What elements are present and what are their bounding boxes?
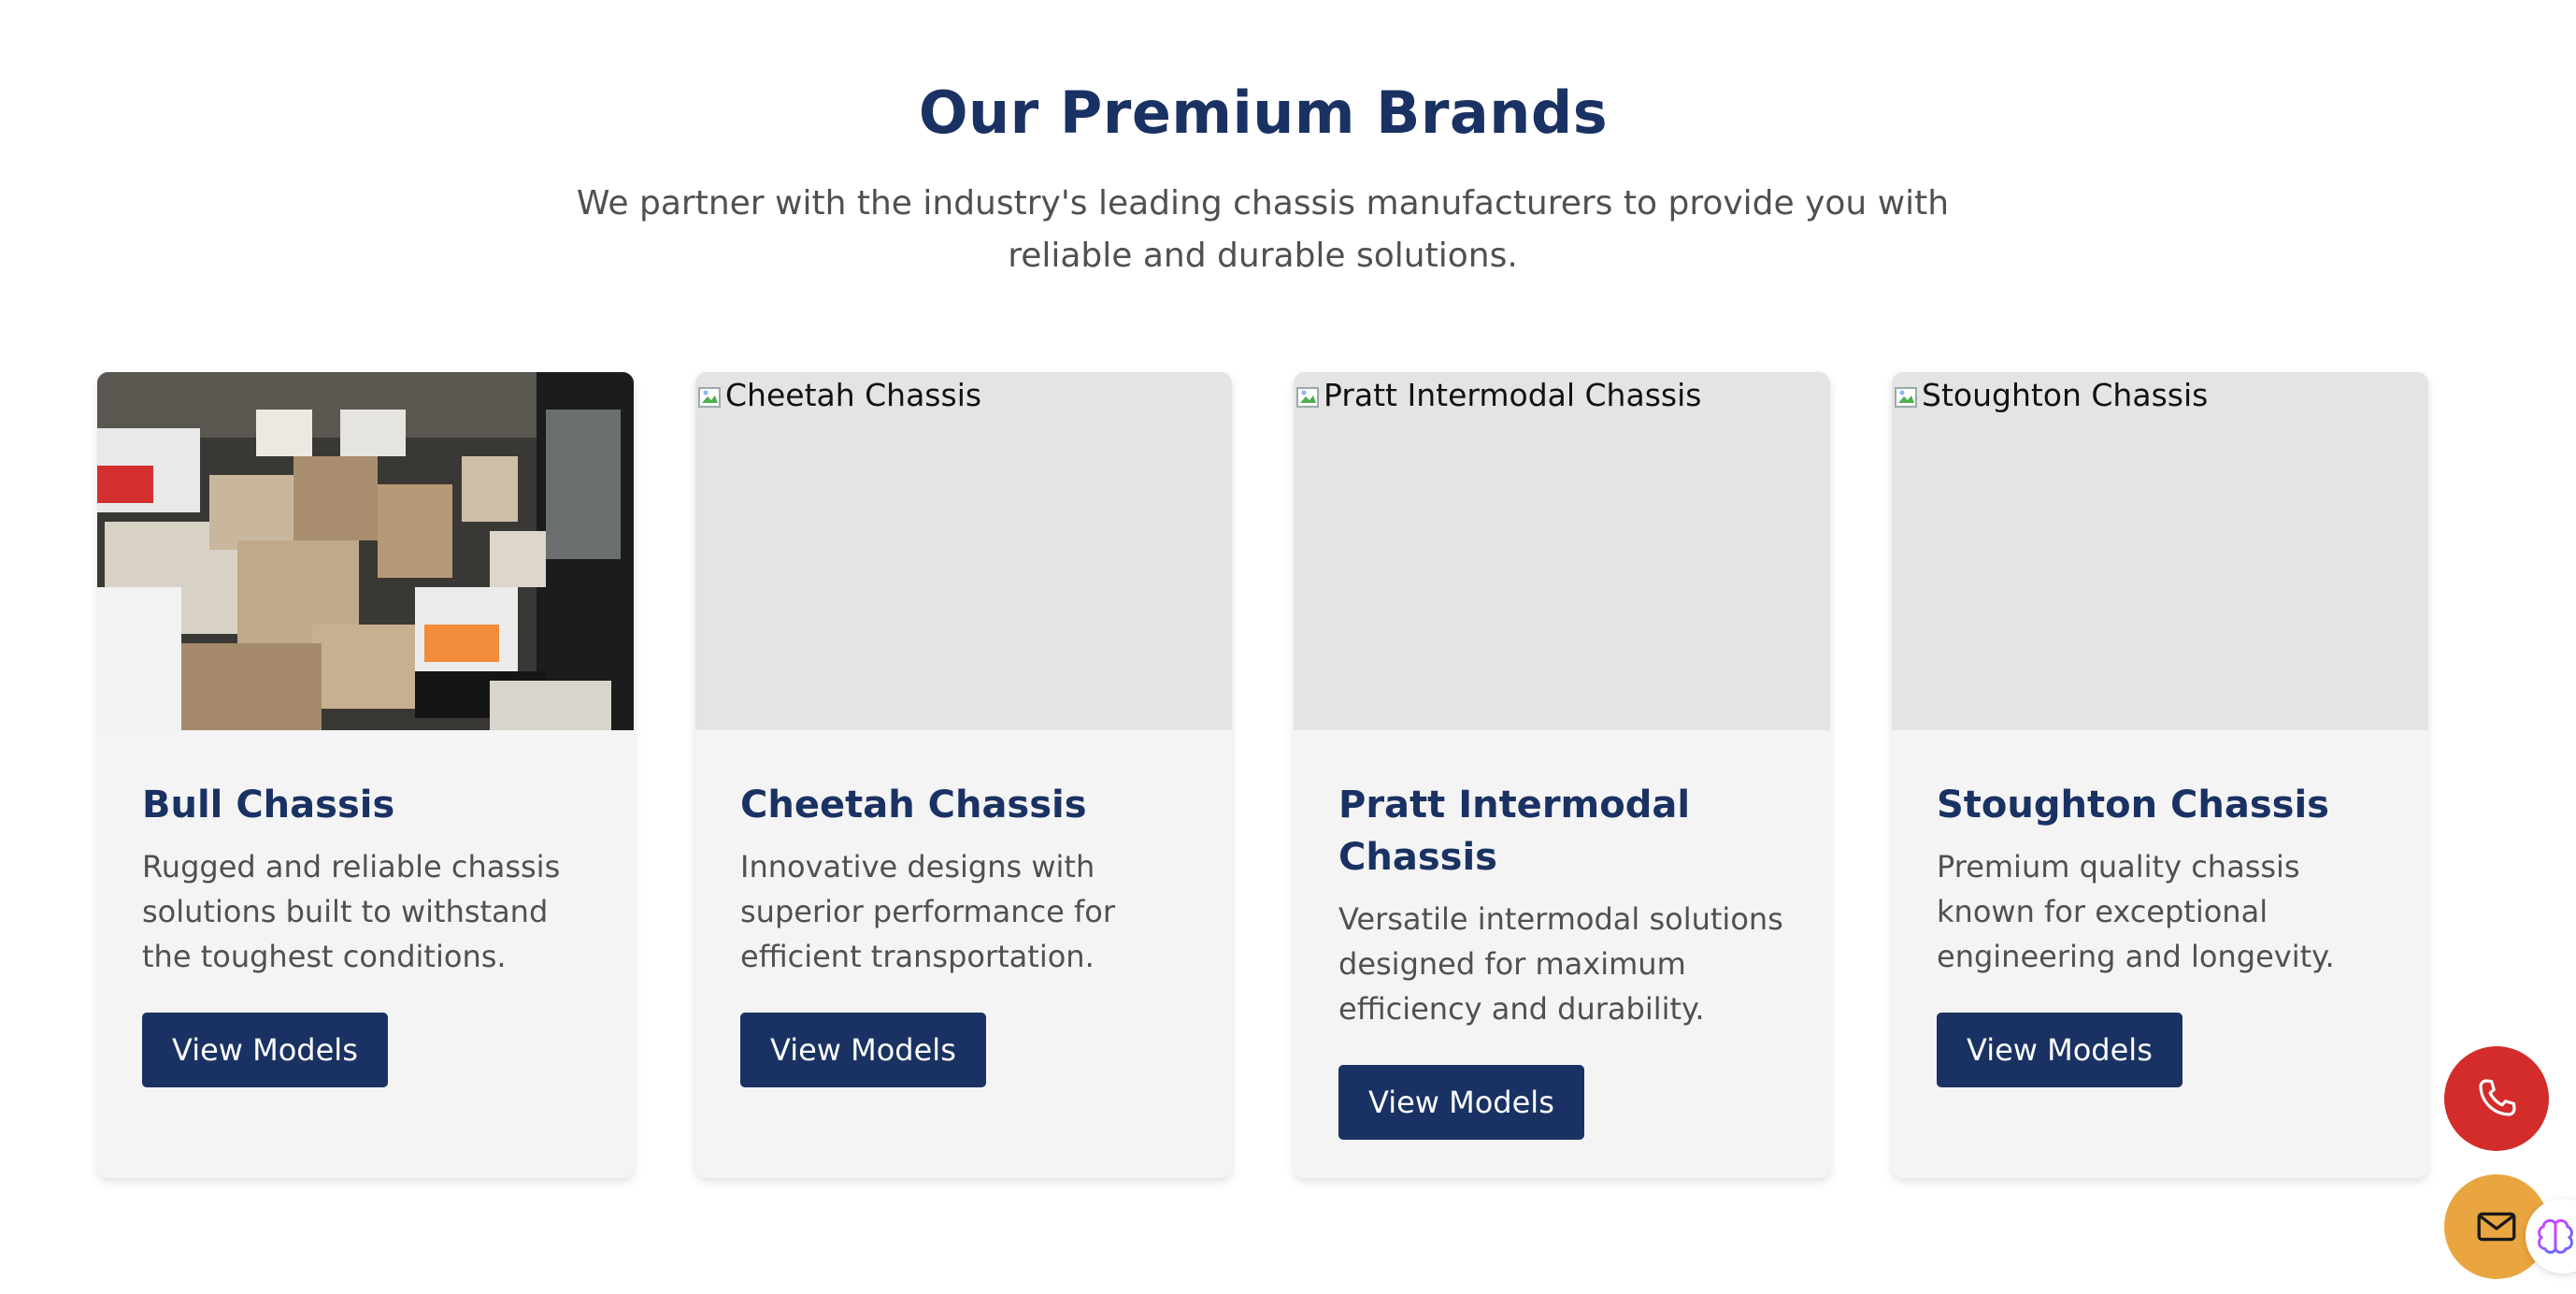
broken-image: Pratt Intermodal Chassis	[1294, 372, 1701, 417]
call-button[interactable]	[2444, 1046, 2549, 1151]
brand-card-bull: Bull Chassis Rugged and reliable chassis…	[97, 372, 634, 1178]
phone-icon	[2479, 1079, 2516, 1116]
brain-icon	[2538, 1219, 2573, 1254]
brand-description: Rugged and reliable chassis solutions bu…	[142, 849, 561, 974]
brand-image-bull	[97, 372, 634, 730]
section-intro: We partner with the industry's leading c…	[576, 184, 1950, 275]
brand-title: Bull Chassis	[142, 784, 395, 827]
brand-card-pratt: Pratt Intermodal Chassis Pratt Intermoda…	[1294, 372, 1830, 1178]
brand-image-stoughton: Stoughton Chassis	[1892, 372, 2428, 730]
brand-card-stoughton: Stoughton Chassis Stoughton Chassis Prem…	[1892, 372, 2428, 1178]
view-models-button[interactable]: View Models	[1338, 1065, 1584, 1140]
brand-card-cheetah: Cheetah Chassis Cheetah Chassis Innovati…	[695, 372, 1232, 1178]
view-models-button[interactable]: View Models	[142, 1013, 388, 1087]
broken-image-icon	[1894, 381, 1920, 408]
brand-description: Premium quality chassis known for except…	[1937, 849, 2335, 974]
view-models-button[interactable]: View Models	[1937, 1013, 2182, 1087]
brand-description: Innovative designs with superior perform…	[740, 849, 1116, 974]
section-title: Our Premium Brands	[918, 79, 1609, 147]
image-alt-text: Stoughton Chassis	[1922, 376, 2209, 413]
broken-image-icon	[1295, 381, 1322, 408]
brand-title: Stoughton Chassis	[1937, 784, 2329, 827]
brand-image-cheetah: Cheetah Chassis	[695, 372, 1232, 730]
mail-icon	[2477, 1212, 2516, 1242]
brand-description: Versatile intermodal solutions designed …	[1338, 901, 1783, 1027]
image-alt-text: Pratt Intermodal Chassis	[1324, 376, 1702, 413]
boxes-photo	[97, 372, 634, 730]
brand-title: Cheetah Chassis	[740, 784, 1087, 827]
broken-image: Stoughton Chassis	[1892, 372, 2208, 417]
image-alt-text: Cheetah Chassis	[725, 376, 982, 413]
view-models-button[interactable]: View Models	[740, 1013, 986, 1087]
brand-image-pratt: Pratt Intermodal Chassis	[1294, 372, 1830, 730]
broken-image-icon	[697, 381, 723, 408]
broken-image: Cheetah Chassis	[695, 372, 981, 417]
brand-title: Pratt Intermodal Chassis	[1338, 784, 1691, 879]
